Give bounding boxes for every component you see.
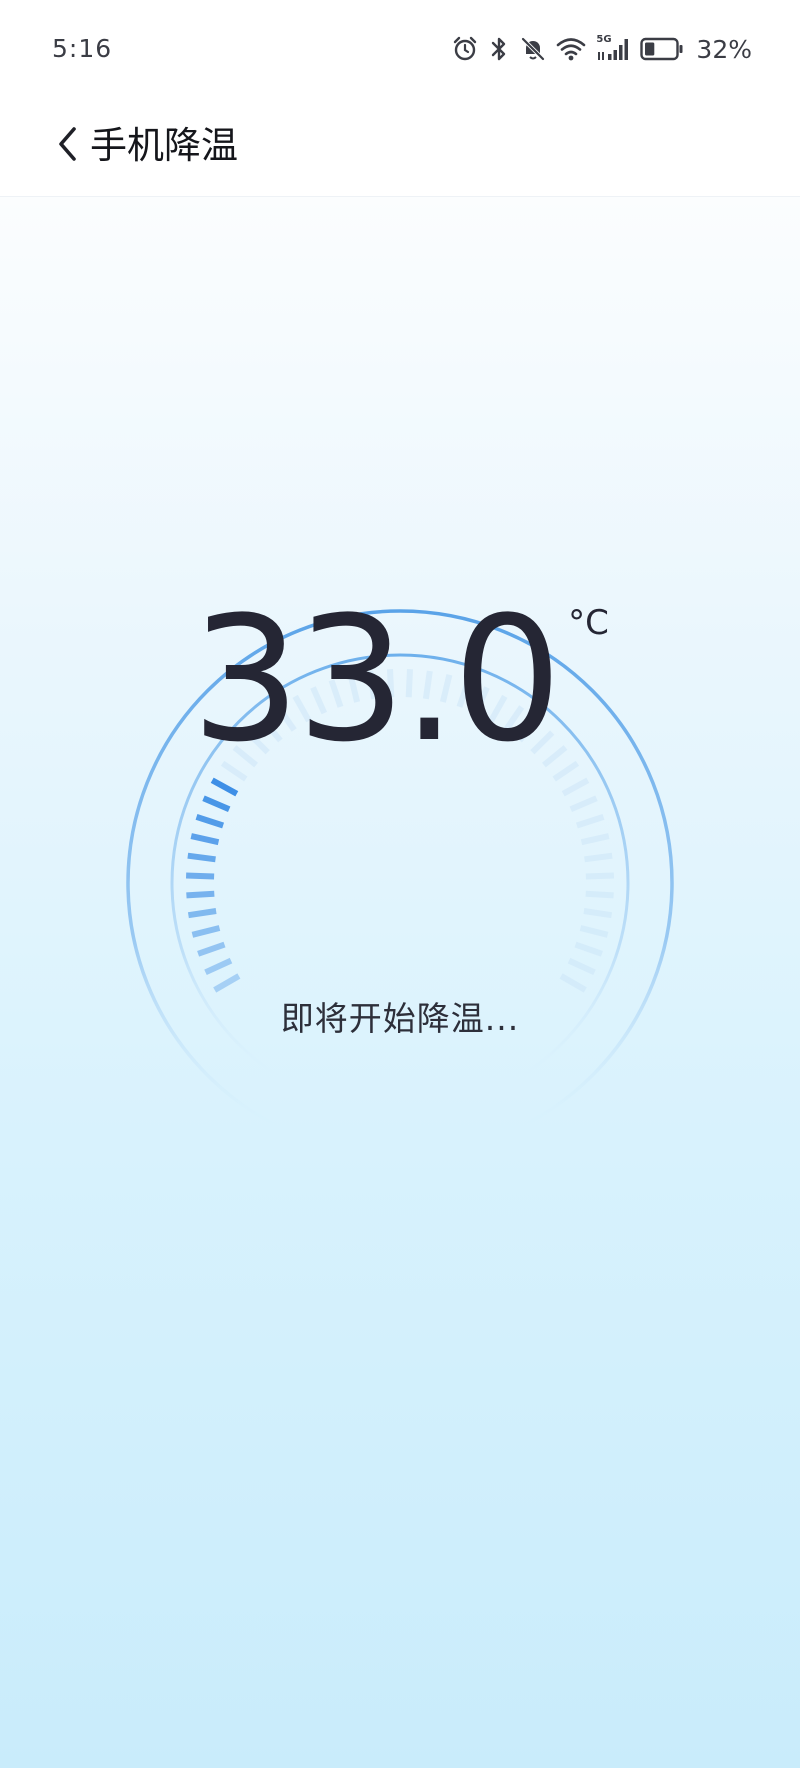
gauge-tick xyxy=(575,814,605,829)
temperature-readout: 33.0 °C xyxy=(0,585,800,775)
gauge-tick xyxy=(204,957,233,976)
gauge-tick xyxy=(569,795,598,813)
signal-icon: 5G xyxy=(596,34,630,62)
gauge-tick xyxy=(559,973,587,993)
cooling-status-message: 即将开始降温... xyxy=(280,999,520,1038)
network-type: 5G xyxy=(596,34,612,45)
gauge-tick xyxy=(185,872,215,880)
gauge-tick xyxy=(202,795,231,813)
status-icons: 5G 32% xyxy=(452,32,752,66)
battery-percent: 32% xyxy=(696,34,752,64)
wifi-icon xyxy=(556,36,586,62)
temperature-value: 33.0 xyxy=(191,579,562,780)
main-content: 33.0 °C 即将开始降温... xyxy=(0,197,800,1768)
gauge-tick xyxy=(561,777,590,797)
gauge-tick xyxy=(213,973,241,993)
battery-icon xyxy=(640,37,684,61)
gauge-tick xyxy=(190,833,220,846)
gauge-tick xyxy=(187,908,217,919)
gauge-tick xyxy=(567,957,596,976)
status-bar: 5:16 5G 32% xyxy=(0,0,800,98)
gauge-tick xyxy=(197,941,226,957)
mute-bell-icon xyxy=(520,36,546,62)
gauge-tick xyxy=(191,925,221,938)
chevron-left-icon xyxy=(56,125,80,167)
back-button[interactable] xyxy=(40,118,96,174)
status-time: 5:16 xyxy=(52,34,113,63)
gauge-tick xyxy=(580,833,610,846)
gauge-tick xyxy=(585,872,615,880)
temperature-unit: °C xyxy=(568,603,609,643)
alarm-icon xyxy=(452,36,478,62)
gauge-tick xyxy=(574,941,603,957)
gauge-tick xyxy=(186,890,215,899)
gauge-tick xyxy=(187,852,216,863)
gauge-tick xyxy=(584,852,613,863)
gauge-tick xyxy=(579,925,609,938)
title-bar: 手机降温 xyxy=(0,98,800,197)
gauge-tick xyxy=(585,890,614,899)
gauge-tick xyxy=(210,777,239,797)
bluetooth-icon xyxy=(488,35,510,63)
page-title: 手机降温 xyxy=(90,124,238,167)
gauge-tick xyxy=(583,908,613,919)
gauge-tick xyxy=(195,814,225,829)
